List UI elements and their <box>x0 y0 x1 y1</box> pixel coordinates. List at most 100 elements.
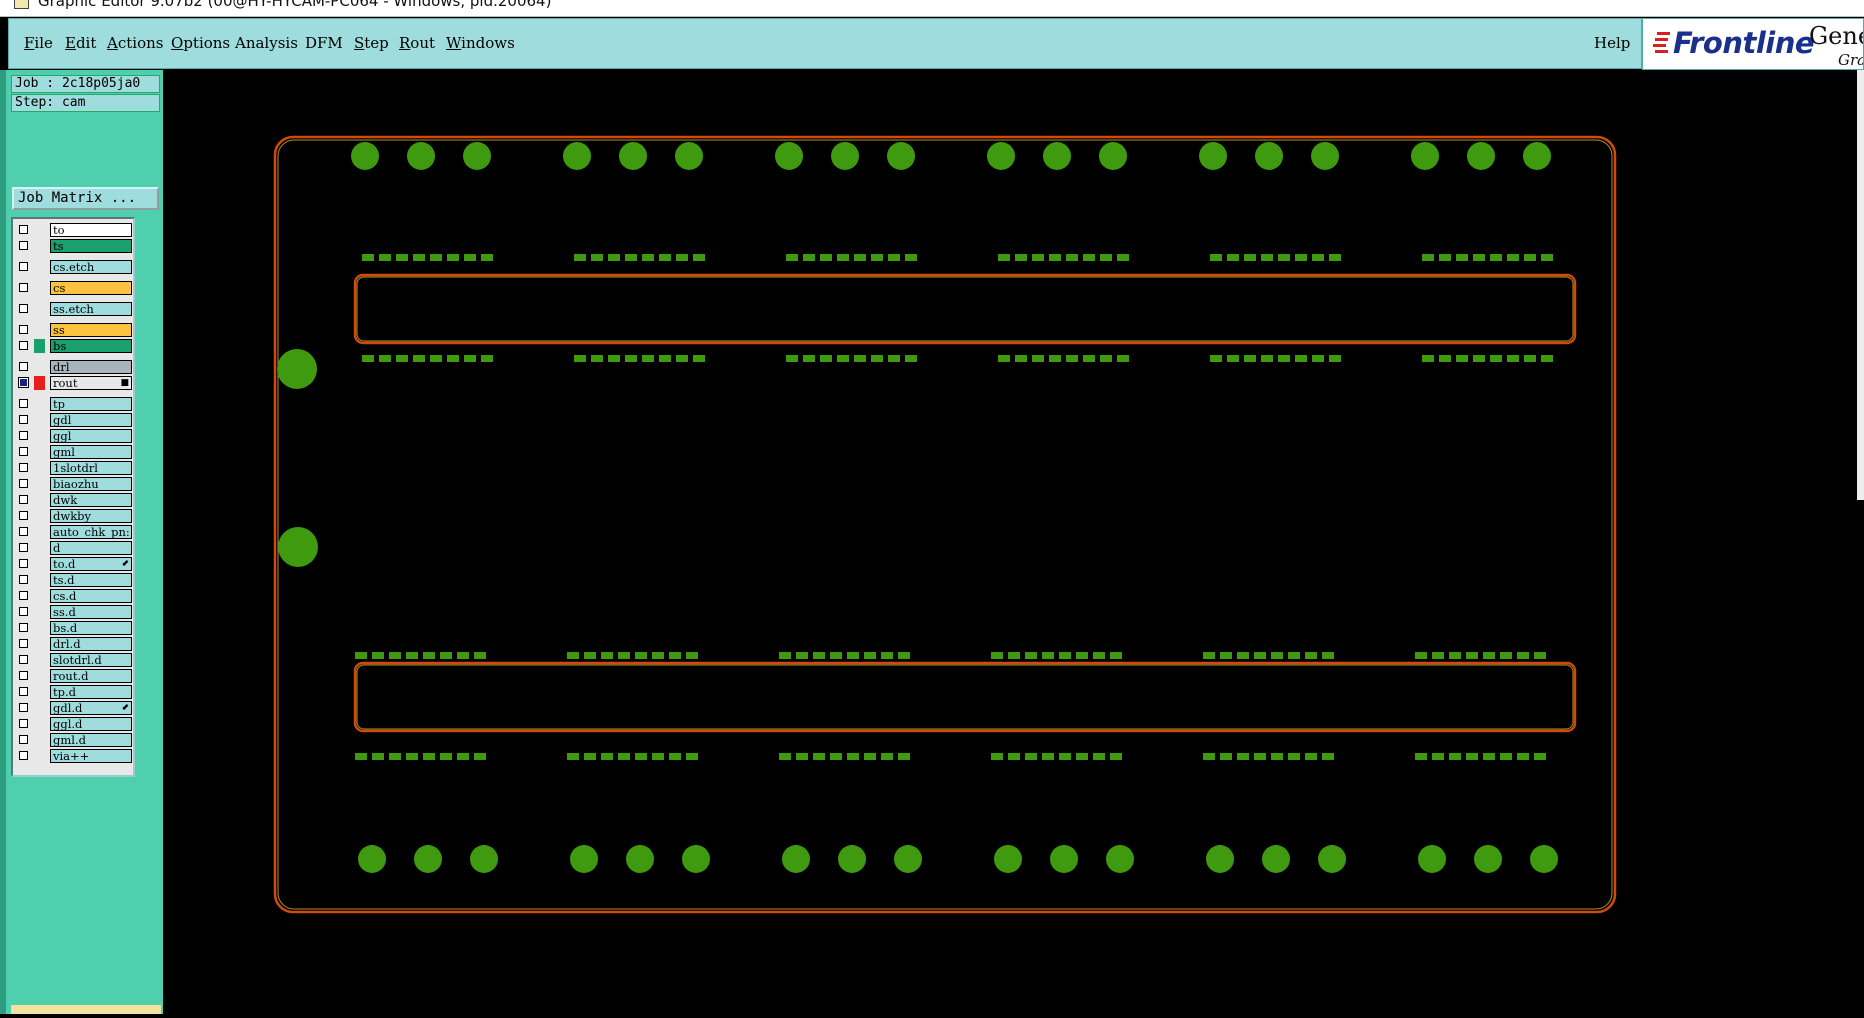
layer-row-d[interactable]: d <box>15 541 133 555</box>
layer-row-to-d[interactable]: to.d ⬋ <box>15 557 133 571</box>
layer-name[interactable]: d <box>50 541 132 555</box>
layer-row-tp[interactable]: tp <box>15 397 133 411</box>
layer-checkbox[interactable] <box>19 607 28 616</box>
layer-name[interactable]: drl.d <box>50 637 132 651</box>
menu-item-step[interactable]: Step <box>354 34 389 52</box>
layer-row-gml-d[interactable]: gml.d <box>15 733 133 747</box>
layer-row-ss-etch[interactable]: ss.etch <box>15 302 133 316</box>
layer-row-gdl[interactable]: gdl <box>15 413 133 427</box>
layer-checkbox[interactable] <box>19 639 28 648</box>
layer-checkbox[interactable] <box>19 543 28 552</box>
layer-name[interactable]: rout ■ <box>50 376 132 390</box>
layer-checkbox[interactable] <box>19 623 28 632</box>
layer-name[interactable]: ss <box>50 323 132 337</box>
layer-name[interactable]: cs.etch <box>50 260 132 274</box>
menu-item-actions[interactable]: Actions <box>107 34 163 52</box>
menu-item-rout[interactable]: Rout <box>399 34 435 52</box>
layer-name[interactable]: gml.d <box>50 733 132 747</box>
layer-name[interactable]: rout.d <box>50 669 132 683</box>
layer-name[interactable]: cs.d <box>50 589 132 603</box>
layer-checkbox[interactable] <box>19 495 28 504</box>
menu-item-edit[interactable]: Edit <box>65 34 96 52</box>
layer-checkbox[interactable] <box>19 655 28 664</box>
board-view[interactable] <box>163 70 1864 1014</box>
layer-name[interactable]: 1slotdrl <box>50 461 132 475</box>
layer-row-cs[interactable]: cs <box>15 281 133 295</box>
layer-row-cs-d[interactable]: cs.d <box>15 589 133 603</box>
layer-row-1slotdrl[interactable]: 1slotdrl <box>15 461 133 475</box>
menu-item-windows[interactable]: Windows <box>446 34 515 52</box>
layer-row-dwk[interactable]: dwk <box>15 493 133 507</box>
menu-item-help[interactable]: Help <box>1594 34 1630 52</box>
layer-name[interactable]: ts <box>50 239 132 253</box>
menu-item-dfm[interactable]: DFM <box>305 34 343 52</box>
layer-row-auto-chk-pn[interactable]: auto_chk_pn: <box>15 525 133 539</box>
layer-name[interactable]: ss.d <box>50 605 132 619</box>
layer-checkbox[interactable] <box>19 671 28 680</box>
layer-checkbox[interactable] <box>19 463 28 472</box>
layer-name[interactable]: tp <box>50 397 132 411</box>
layer-checkbox[interactable] <box>19 687 28 696</box>
layer-row-dwkby[interactable]: dwkby <box>15 509 133 523</box>
layer-checkbox[interactable] <box>19 283 28 292</box>
layer-name[interactable]: bs <box>50 339 132 353</box>
layer-checkbox[interactable] <box>19 262 28 271</box>
layer-row-ggl-d[interactable]: ggl.d <box>15 717 133 731</box>
layer-name[interactable]: to.d ⬋ <box>50 557 132 571</box>
layer-name[interactable]: ss.etch <box>50 302 132 316</box>
layer-checkbox[interactable] <box>19 479 28 488</box>
layer-row-to[interactable]: to <box>15 223 133 237</box>
layer-name[interactable]: to <box>50 223 132 237</box>
layer-row-drl-d[interactable]: drl.d <box>15 637 133 651</box>
layer-checkbox[interactable] <box>19 719 28 728</box>
layer-list[interactable]: to ts cs.etch cs ss.etch ss bs drl rout ■ tp gdl ggl… <box>11 217 135 777</box>
layer-checkbox[interactable] <box>19 591 28 600</box>
layer-name[interactable]: ggl <box>50 429 132 443</box>
layer-checkbox[interactable] <box>19 241 28 250</box>
layer-row-ss-d[interactable]: ss.d <box>15 605 133 619</box>
layer-name[interactable]: cs <box>50 281 132 295</box>
menu-item-file[interactable]: File <box>24 34 53 52</box>
layer-name[interactable]: ggl.d <box>50 717 132 731</box>
layer-name[interactable]: gml <box>50 445 132 459</box>
layer-checkbox[interactable] <box>19 341 28 350</box>
layer-checkbox[interactable] <box>19 415 28 424</box>
menu-item-analysis[interactable]: Analysis <box>235 34 298 52</box>
layer-row-ts[interactable]: ts <box>15 239 133 253</box>
layer-checkbox[interactable] <box>19 362 28 371</box>
layer-checkbox[interactable] <box>19 559 28 568</box>
layer-row-via[interactable]: via++ <box>15 749 133 763</box>
graphic-canvas[interactable] <box>163 70 1864 1014</box>
layer-name[interactable]: drl <box>50 360 132 374</box>
layer-checkbox[interactable] <box>19 751 28 760</box>
menu-item-options[interactable]: Options <box>171 34 230 52</box>
layer-row-ts-d[interactable]: ts.d <box>15 573 133 587</box>
layer-checkbox[interactable] <box>19 527 28 536</box>
layer-row-bs[interactable]: bs <box>15 339 133 353</box>
layer-row-gdl-d[interactable]: gdl.d ⬋ <box>15 701 133 715</box>
layer-checkbox[interactable] <box>19 225 28 234</box>
layer-name[interactable]: gdl <box>50 413 132 427</box>
layer-name[interactable]: dwkby <box>50 509 132 523</box>
layer-checkbox[interactable] <box>19 399 28 408</box>
layer-row-cs-etch[interactable]: cs.etch <box>15 260 133 274</box>
layer-row-bs-d[interactable]: bs.d <box>15 621 133 635</box>
layer-row-ss[interactable]: ss <box>15 323 133 337</box>
layer-name[interactable]: biaozhu <box>50 477 132 491</box>
layer-row-tp-d[interactable]: tp.d <box>15 685 133 699</box>
job-matrix-button[interactable]: Job Matrix ... <box>12 187 159 210</box>
layer-name[interactable]: bs.d <box>50 621 132 635</box>
layer-row-rout-d[interactable]: rout.d <box>15 669 133 683</box>
layer-row-rout[interactable]: rout ■ <box>15 376 133 390</box>
layer-checkbox[interactable] <box>19 511 28 520</box>
layer-name[interactable]: ts.d <box>50 573 132 587</box>
layer-name[interactable]: tp.d <box>50 685 132 699</box>
layer-row-slotdrl-d[interactable]: slotdrl.d <box>15 653 133 667</box>
layer-checkbox[interactable] <box>18 377 29 388</box>
layer-checkbox[interactable] <box>19 575 28 584</box>
layer-checkbox[interactable] <box>19 304 28 313</box>
layer-name[interactable]: via++ <box>50 749 132 763</box>
layer-checkbox[interactable] <box>19 735 28 744</box>
layer-row-ggl[interactable]: ggl <box>15 429 133 443</box>
layer-checkbox[interactable] <box>19 703 28 712</box>
